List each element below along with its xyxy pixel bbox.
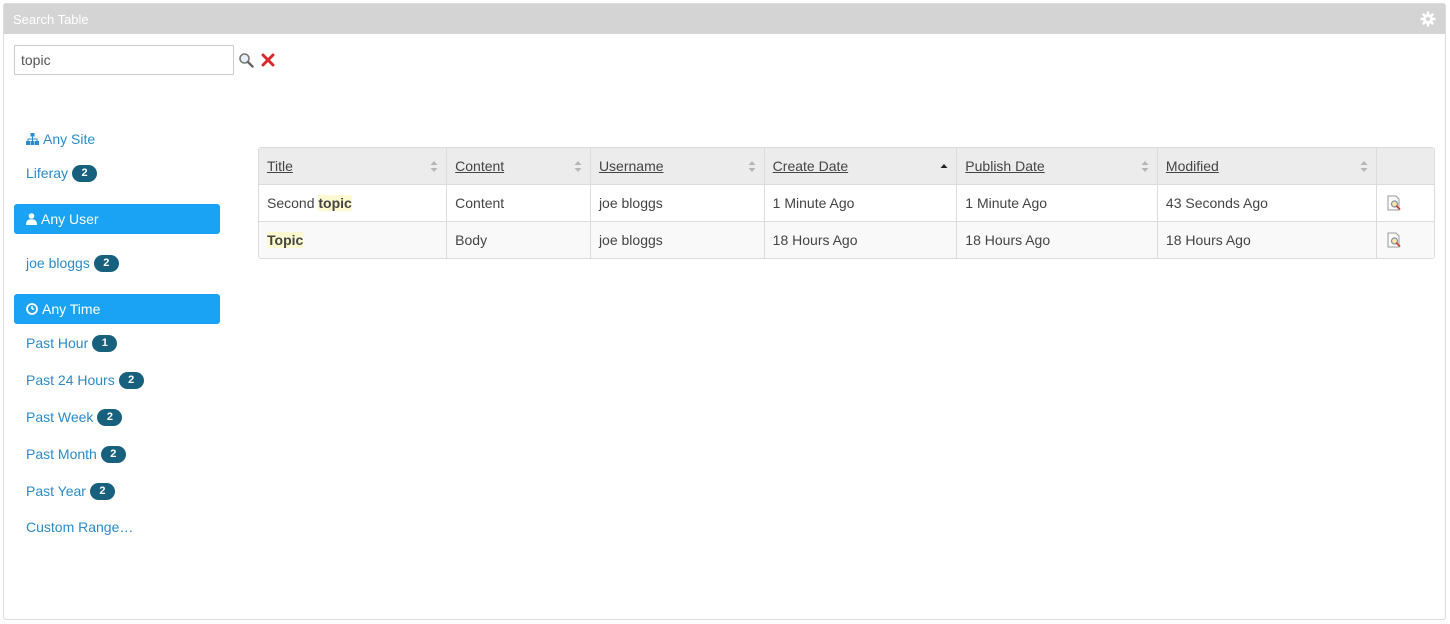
sort-both-icon bbox=[1360, 161, 1368, 172]
cell-actions bbox=[1376, 221, 1434, 258]
column-header-actions bbox=[1376, 148, 1434, 185]
search-highlight: Topic bbox=[267, 231, 304, 248]
results-table-container: Title Content Username Create Date Publi… bbox=[258, 147, 1435, 259]
search-input[interactable] bbox=[14, 45, 234, 75]
cell-username: joe bloggs bbox=[590, 184, 765, 222]
facet-time-past-month[interactable]: Past Month 2 bbox=[14, 444, 220, 464]
search-icon[interactable] bbox=[236, 50, 256, 70]
facet-time-past-hour[interactable]: Past Hour 1 bbox=[14, 333, 220, 353]
table-row: Second topic Content joe bloggs 1 Minute… bbox=[259, 184, 1434, 222]
column-header-content[interactable]: Content bbox=[446, 148, 591, 185]
facet-time-past-24-hours[interactable]: Past 24 Hours 2 bbox=[14, 370, 220, 390]
portlet-title: Search Table bbox=[13, 11, 89, 27]
facet-user-joe-bloggs[interactable]: joe bloggs 2 bbox=[14, 253, 220, 273]
count-badge: 2 bbox=[97, 408, 123, 426]
facet-any-time[interactable]: Any Time bbox=[14, 294, 220, 324]
cell-content: Body bbox=[446, 221, 591, 258]
facet-any-site-label: Any Site bbox=[43, 131, 96, 147]
count-badge: 2 bbox=[93, 254, 119, 272]
facet-site-liferay[interactable]: Liferay 2 bbox=[14, 163, 220, 183]
facet-item-label: Past Year bbox=[26, 483, 86, 499]
facet-custom-range[interactable]: Custom Range… bbox=[14, 517, 220, 537]
count-badge: 2 bbox=[100, 445, 126, 463]
table-header-row: Title Content Username Create Date Publi… bbox=[259, 148, 1434, 185]
portlet-header: Search Table bbox=[4, 4, 1445, 34]
cell-modified: 43 Seconds Ago bbox=[1157, 184, 1377, 222]
facet-any-site[interactable]: Any Site bbox=[14, 129, 220, 149]
clear-icon[interactable] bbox=[258, 50, 278, 70]
count-badge: 2 bbox=[72, 164, 98, 182]
facet-item-label: Past 24 Hours bbox=[26, 372, 115, 388]
cell-username: joe bloggs bbox=[590, 221, 765, 258]
facet-item-label: Past Week bbox=[26, 409, 94, 425]
facet-any-time-label: Any Time bbox=[42, 301, 101, 317]
facet-sidebar: Any Site Liferay 2 Any User joe bloggs 2 bbox=[14, 129, 220, 537]
clock-icon bbox=[26, 303, 38, 315]
facet-any-user[interactable]: Any User bbox=[14, 204, 220, 234]
sort-both-icon bbox=[430, 161, 438, 172]
sitemap-icon bbox=[26, 133, 39, 145]
cell-title[interactable]: Second topic bbox=[259, 184, 448, 222]
preview-icon[interactable] bbox=[1386, 232, 1402, 248]
sort-both-icon bbox=[1141, 161, 1149, 172]
count-badge: 2 bbox=[118, 371, 144, 389]
facet-time-past-year[interactable]: Past Year 2 bbox=[14, 481, 220, 501]
count-badge: 2 bbox=[89, 482, 115, 500]
cell-modified: 18 Hours Ago bbox=[1157, 221, 1377, 258]
cell-publish-date: 18 Hours Ago bbox=[956, 221, 1158, 258]
gear-icon[interactable] bbox=[1419, 10, 1437, 28]
facet-item-label: Past Month bbox=[26, 446, 97, 462]
facet-item-label: Past Hour bbox=[26, 335, 89, 351]
column-header-username[interactable]: Username bbox=[590, 148, 765, 185]
column-header-create-date[interactable]: Create Date bbox=[764, 148, 958, 185]
cell-create-date: 1 Minute Ago bbox=[764, 184, 958, 222]
facet-any-user-label: Any User bbox=[41, 211, 99, 227]
cell-publish-date: 1 Minute Ago bbox=[956, 184, 1158, 222]
column-header-publish-date[interactable]: Publish Date bbox=[956, 148, 1158, 185]
facet-time-past-week[interactable]: Past Week 2 bbox=[14, 407, 220, 427]
cell-title[interactable]: Topic bbox=[259, 221, 448, 258]
sort-both-icon bbox=[748, 161, 756, 172]
search-highlight: topic bbox=[318, 194, 352, 211]
column-header-title[interactable]: Title bbox=[259, 148, 448, 185]
results-table: Title Content Username Create Date Publi… bbox=[259, 148, 1434, 258]
sort-both-icon bbox=[574, 161, 582, 172]
sort-asc-icon bbox=[940, 164, 948, 168]
column-header-modified[interactable]: Modified bbox=[1157, 148, 1377, 185]
table-row: Topic Body joe bloggs 18 Hours Ago 18 Ho… bbox=[259, 221, 1434, 258]
custom-range-label: Custom Range… bbox=[26, 519, 134, 535]
facet-item-label: joe bloggs bbox=[26, 255, 90, 271]
cell-actions bbox=[1376, 184, 1434, 222]
cell-content: Content bbox=[446, 184, 591, 222]
search-bar bbox=[14, 45, 278, 75]
search-table-portlet: Search Table topic Any Site Liferay 2 An… bbox=[3, 3, 1446, 620]
count-badge: 1 bbox=[92, 334, 118, 352]
user-icon bbox=[26, 213, 37, 225]
cell-create-date: 18 Hours Ago bbox=[764, 221, 958, 258]
facet-item-label: Liferay bbox=[26, 165, 69, 181]
preview-icon[interactable] bbox=[1386, 195, 1402, 211]
